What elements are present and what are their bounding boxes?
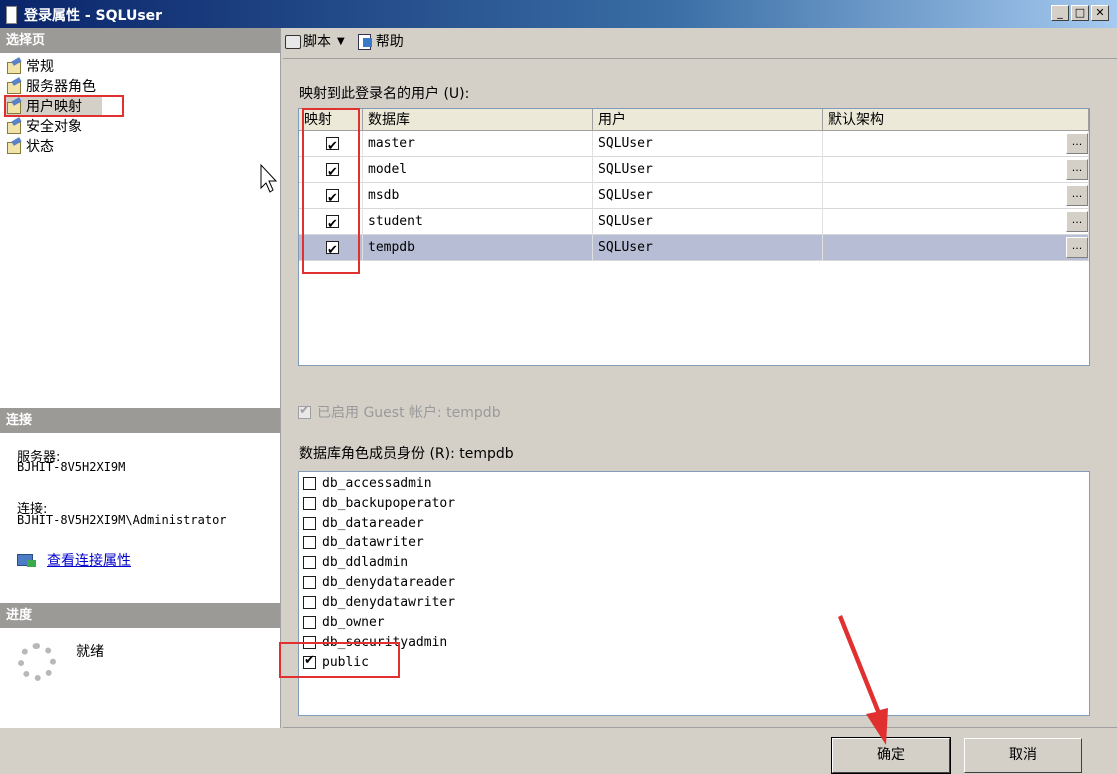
mouse-cursor-icon [260, 163, 278, 193]
red-arrow-icon [838, 615, 888, 745]
annotation-arrow [260, 163, 888, 745]
